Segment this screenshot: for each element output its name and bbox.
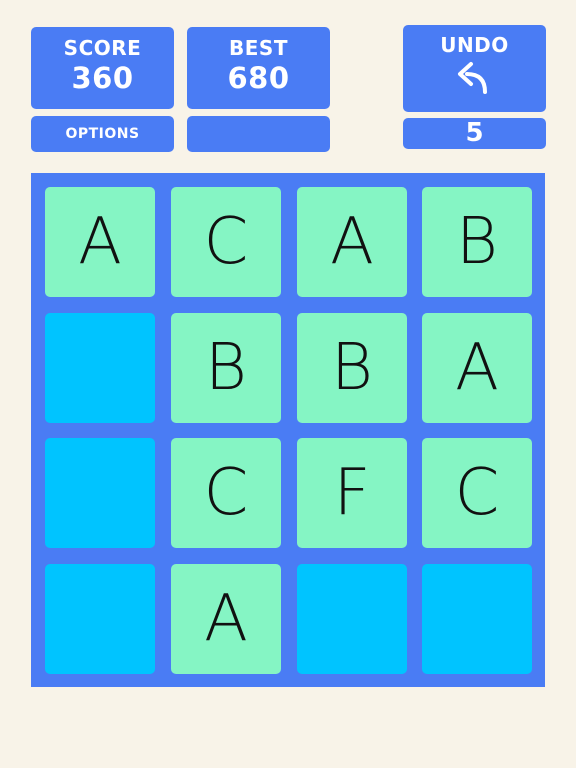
empty-cell bbox=[422, 564, 532, 674]
tile: A bbox=[297, 187, 407, 297]
empty-cell bbox=[297, 564, 407, 674]
empty-cell bbox=[45, 564, 155, 674]
game-board[interactable]: ACABBBACFCA bbox=[31, 173, 545, 687]
undo-button[interactable]: UNDO bbox=[403, 25, 546, 112]
tile: C bbox=[171, 438, 281, 548]
options-label: OPTIONS bbox=[65, 126, 140, 142]
undo-count-panel: 5 bbox=[403, 118, 546, 149]
tile: F bbox=[297, 438, 407, 548]
undo-label: UNDO bbox=[440, 33, 509, 57]
undo-arrow-icon bbox=[457, 62, 487, 94]
tile: A bbox=[45, 187, 155, 297]
best-blank-bar bbox=[187, 116, 330, 152]
tile: C bbox=[171, 187, 281, 297]
score-panel: SCORE 360 bbox=[31, 27, 174, 109]
empty-cell bbox=[45, 438, 155, 548]
tile: B bbox=[422, 187, 532, 297]
best-panel: BEST 680 bbox=[187, 27, 330, 109]
undo-count: 5 bbox=[465, 118, 484, 148]
tile: C bbox=[422, 438, 532, 548]
best-label: BEST bbox=[229, 36, 288, 60]
empty-cell bbox=[45, 313, 155, 423]
score-value: 360 bbox=[71, 61, 134, 95]
best-value: 680 bbox=[227, 61, 290, 95]
tile: A bbox=[171, 564, 281, 674]
options-button[interactable]: OPTIONS bbox=[31, 116, 174, 152]
tile: A bbox=[422, 313, 532, 423]
score-label: SCORE bbox=[63, 36, 142, 60]
tile: B bbox=[171, 313, 281, 423]
tile: B bbox=[297, 313, 407, 423]
